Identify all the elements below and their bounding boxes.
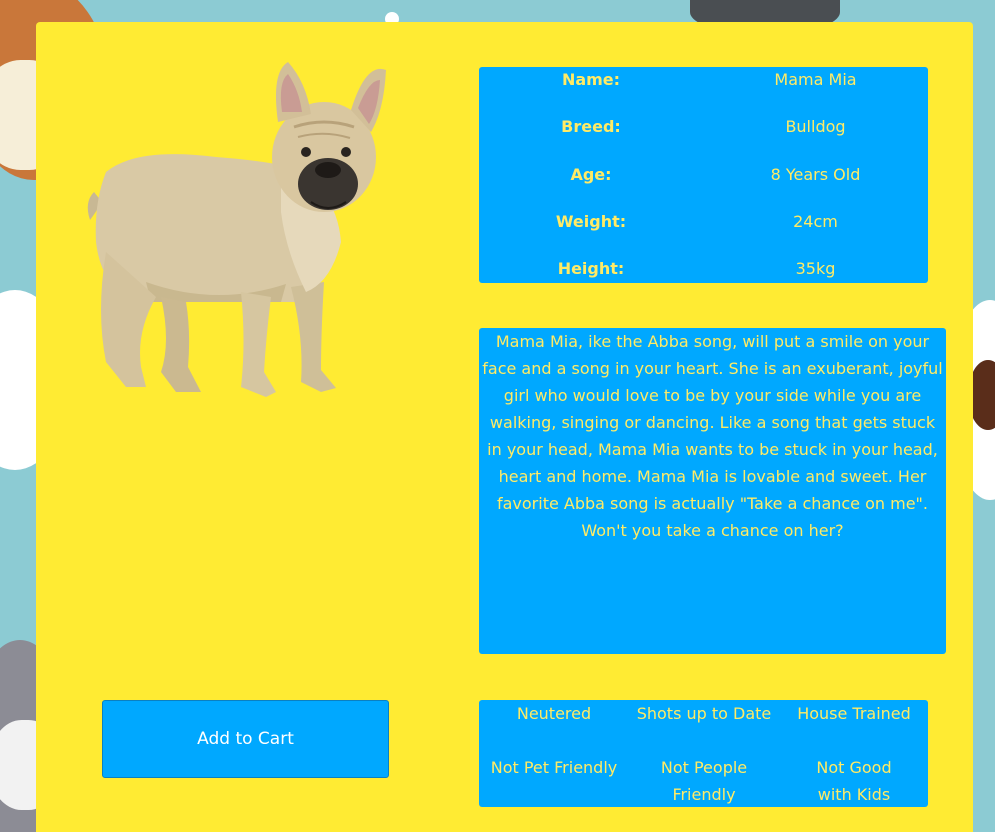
trait-people-friendly: Not People Friendly — [660, 758, 748, 804]
info-label: Height: — [557, 259, 625, 278]
trait-house-trained: House Trained — [797, 704, 911, 723]
pet-description: Mama Mia, ike the Abba song, will put a … — [479, 328, 946, 654]
info-label: Age: — [570, 165, 612, 184]
info-label: Weight: — [555, 212, 627, 231]
info-value: 35kg — [795, 259, 836, 278]
info-value: 8 Years Old — [770, 165, 861, 184]
info-row-height: Height: 35kg — [479, 259, 928, 283]
info-value: Mama Mia — [774, 70, 857, 89]
info-row-breed: Breed: Bulldog — [479, 117, 928, 141]
info-row-name: Name: Mama Mia — [479, 70, 928, 94]
pet-traits: Neutered Shots up to Date House Trained … — [479, 700, 928, 807]
info-value: Bulldog — [785, 117, 846, 136]
trait-shots: Shots up to Date — [636, 704, 772, 723]
pet-info-table: Name: Mama Mia Breed: Bulldog Age: 8 Yea… — [479, 67, 928, 283]
info-label: Name: — [561, 70, 621, 89]
pet-description-text: Mama Mia, ike the Abba song, will put a … — [482, 332, 943, 540]
trait-pet-friendly: Not Pet Friendly — [490, 758, 618, 777]
trait-kids: Not Good with Kids — [816, 758, 892, 804]
info-label: Breed: — [561, 117, 621, 136]
info-value: 24cm — [793, 212, 838, 231]
info-row-age: Age: 8 Years Old — [479, 165, 928, 189]
pet-detail-card: Add to Cart Name: Mama Mia Breed: Bulldo… — [36, 22, 973, 832]
dog-photo — [87, 62, 386, 397]
add-to-cart-label: Add to Cart — [197, 729, 294, 749]
add-to-cart-button[interactable]: Add to Cart — [102, 700, 389, 778]
trait-neutered: Neutered — [516, 704, 592, 723]
info-row-weight: Weight: 24cm — [479, 212, 928, 236]
